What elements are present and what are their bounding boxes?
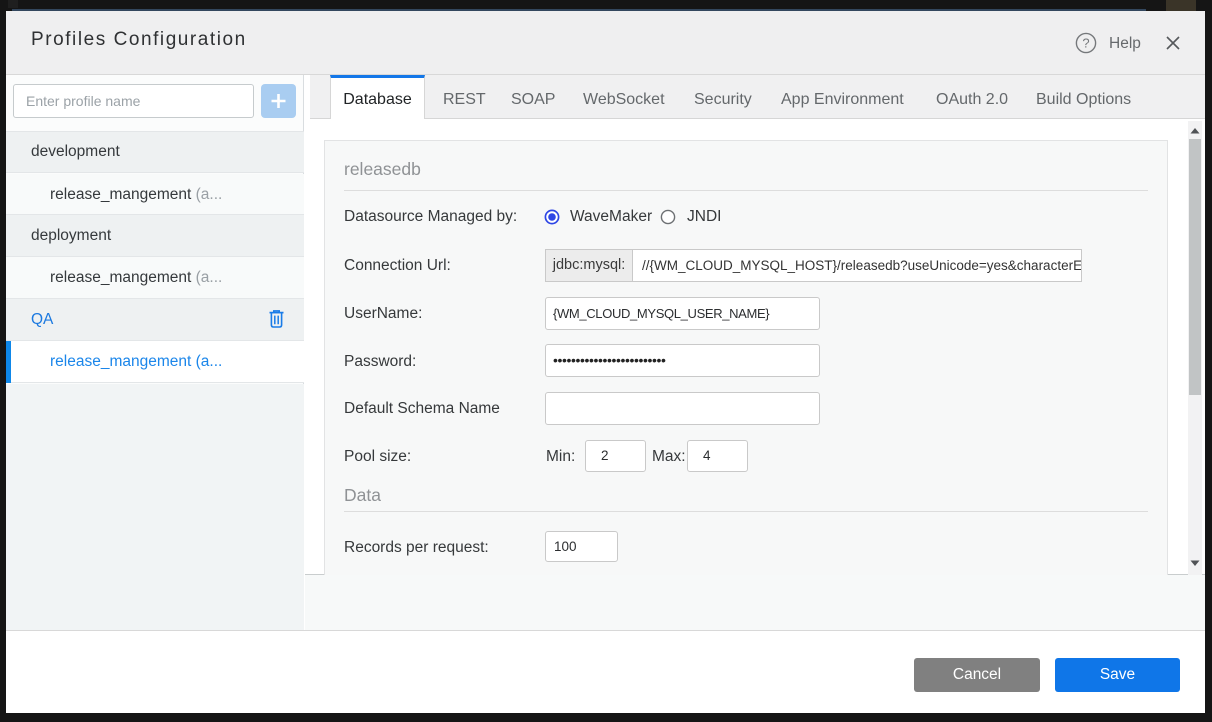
svg-text:?: ? [1082,36,1089,51]
